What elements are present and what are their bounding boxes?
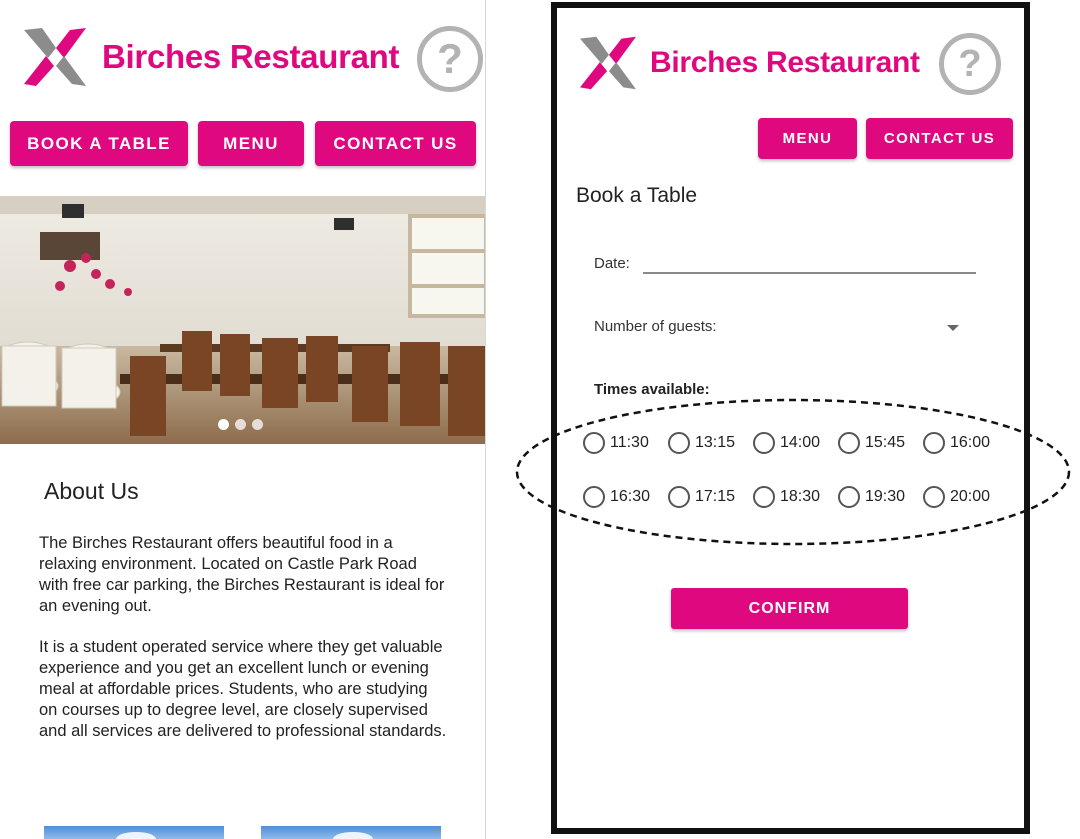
- help-icon[interactable]: ?: [417, 26, 483, 92]
- about-paragraph: The Birches Restaurant offers beautiful …: [39, 534, 445, 615]
- about-paragraph: It is a student operated service where t…: [39, 638, 447, 740]
- book-a-table-heading: Book a Table: [576, 184, 698, 207]
- help-glyph: ?: [958, 42, 982, 85]
- contact-us-button[interactable]: CONTACT US: [866, 118, 1013, 159]
- help-icon[interactable]: ?: [939, 33, 1001, 95]
- number-of-guests-label: Number of guests:: [594, 318, 717, 335]
- carousel-indicators[interactable]: [218, 419, 263, 430]
- about-us-heading: About Us: [44, 478, 139, 504]
- menu-button[interactable]: MENU: [198, 121, 304, 166]
- x-logo-icon: [24, 28, 86, 86]
- gallery-thumbnail[interactable]: [44, 826, 224, 839]
- carousel-dot[interactable]: [218, 419, 229, 430]
- number-of-guests-select[interactable]: Number of guests:: [587, 308, 977, 342]
- help-glyph: ?: [437, 35, 463, 82]
- annotation-ellipse: [515, 398, 1071, 546]
- gallery-thumbnail[interactable]: [261, 826, 441, 839]
- book-a-table-button[interactable]: BOOK A TABLE: [10, 121, 188, 166]
- brand-header[interactable]: Birches Restaurant: [578, 35, 920, 91]
- date-label: Date:: [594, 255, 630, 272]
- restaurant-interior-photo: [0, 196, 485, 444]
- brand-header[interactable]: Birches Restaurant: [22, 26, 400, 88]
- brand-name: Birches Restaurant: [102, 38, 400, 75]
- restaurant-photo-carousel[interactable]: [0, 196, 485, 444]
- brand-name: Birches Restaurant: [650, 46, 920, 79]
- dropdown-arrow-icon: [947, 325, 959, 331]
- date-input[interactable]: [643, 246, 976, 272]
- carousel-dot[interactable]: [252, 419, 263, 430]
- confirm-button[interactable]: CONFIRM: [671, 588, 908, 629]
- home-screen: Birches Restaurant ? BOOK A TABLE MENU C…: [0, 0, 486, 839]
- x-logo-icon: [580, 36, 636, 90]
- date-input-underline: [643, 272, 976, 274]
- contact-us-button[interactable]: CONTACT US: [315, 121, 476, 166]
- carousel-dot[interactable]: [235, 419, 246, 430]
- times-available-label: Times available:: [594, 381, 710, 398]
- menu-button[interactable]: MENU: [758, 118, 857, 159]
